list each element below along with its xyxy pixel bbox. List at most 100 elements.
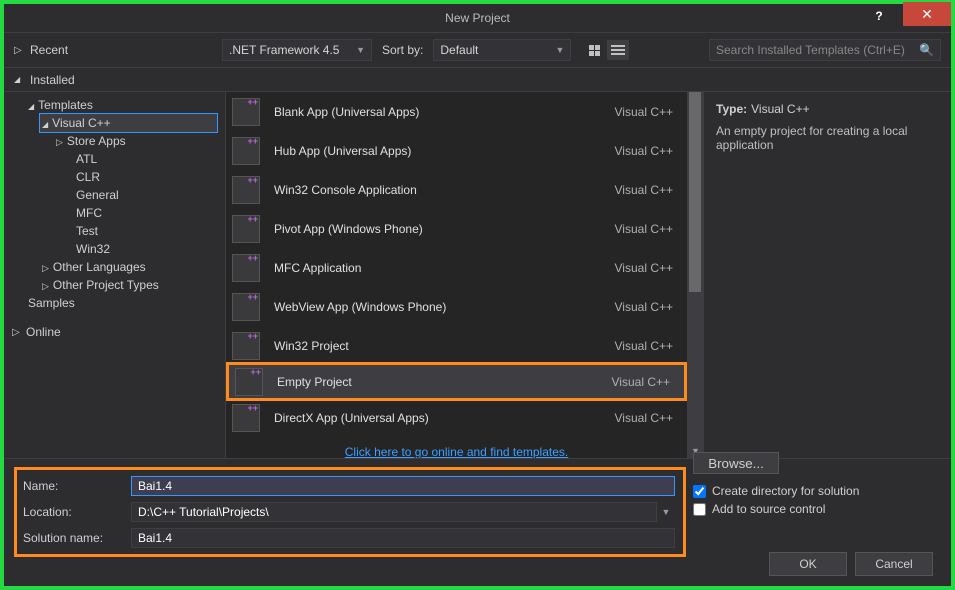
location-input[interactable]	[131, 502, 657, 522]
window-title: New Project	[445, 11, 510, 25]
list-view-button[interactable]	[607, 40, 629, 60]
installed-arrow-icon[interactable]: ◢	[14, 75, 24, 84]
create-directory-checkbox[interactable]: Create directory for solution	[693, 484, 933, 498]
form-right-column: Browse... Create directory for solution …	[693, 452, 933, 516]
footer-buttons: OK Cancel	[769, 552, 933, 576]
template-row[interactable]: Win32 Console Application Visual C++	[226, 170, 687, 209]
expand-icon	[42, 278, 49, 292]
template-lang: Visual C++	[615, 261, 673, 275]
close-button[interactable]: ✕	[903, 2, 951, 26]
name-input[interactable]	[131, 476, 675, 496]
recent-arrow-icon[interactable]: ▷	[14, 45, 24, 56]
type-value: Visual C++	[751, 102, 809, 116]
template-name: Win32 Project	[274, 339, 601, 353]
test-node[interactable]: Test	[54, 222, 217, 240]
detail-panel: Type:Visual C++ An empty project for cre…	[703, 92, 951, 458]
sort-combo[interactable]: Default ▼	[433, 39, 571, 61]
win32-node[interactable]: Win32	[54, 240, 217, 258]
template-icon	[232, 98, 260, 126]
template-row[interactable]: Win32 Project Visual C++	[226, 326, 687, 365]
clr-node[interactable]: CLR	[54, 168, 217, 186]
expand-icon	[56, 134, 63, 148]
samples-node[interactable]: Samples	[12, 294, 217, 312]
add-source-control-input[interactable]	[693, 503, 706, 516]
template-row[interactable]: Blank App (Universal Apps) Visual C++	[226, 92, 687, 131]
template-name: Hub App (Universal Apps)	[274, 144, 601, 158]
titlebar: New Project ? ✕	[4, 4, 951, 32]
chevron-down-icon: ▼	[356, 45, 365, 55]
search-icon[interactable]: 🔍	[919, 43, 934, 57]
installed-label[interactable]: Installed	[30, 73, 75, 87]
store-apps-node[interactable]: Store Apps	[54, 132, 217, 150]
template-row[interactable]: WebView App (Windows Phone) Visual C++	[226, 287, 687, 326]
templates-node[interactable]: Templates	[26, 96, 217, 114]
mfc-node[interactable]: MFC	[54, 204, 217, 222]
installed-header: ◢ Installed	[4, 68, 951, 92]
template-scrollbar[interactable]: ▲ ▼	[687, 92, 703, 458]
location-dropdown-icon[interactable]: ▼	[657, 507, 675, 517]
template-lang: Visual C++	[615, 411, 673, 425]
template-name: DirectX App (Universal Apps)	[274, 411, 601, 425]
location-label: Location:	[23, 505, 131, 519]
visual-cpp-node[interactable]: Visual C++	[39, 113, 218, 133]
cancel-button[interactable]: Cancel	[855, 552, 933, 576]
template-name: Win32 Console Application	[274, 183, 601, 197]
template-lang: Visual C++	[615, 339, 673, 353]
expand-icon	[42, 116, 48, 130]
solution-name-label: Solution name:	[23, 531, 131, 545]
template-name: Blank App (Universal Apps)	[274, 105, 601, 119]
general-node[interactable]: General	[54, 186, 217, 204]
template-lang: Visual C++	[615, 183, 673, 197]
template-row[interactable]: Pivot App (Windows Phone) Visual C++	[226, 209, 687, 248]
type-label: Type:	[716, 102, 747, 116]
template-icon	[232, 293, 260, 321]
scroll-thumb[interactable]	[689, 92, 701, 292]
sort-value: Default	[440, 43, 478, 57]
template-row[interactable]: MFC Application Visual C++	[226, 248, 687, 287]
form-highlight-box: Name: Location: ▼ Solution name:	[14, 467, 686, 557]
atl-node[interactable]: ATL	[54, 150, 217, 168]
expand-icon	[42, 260, 49, 274]
template-icon	[232, 404, 260, 432]
template-name: Pivot App (Windows Phone)	[274, 222, 601, 236]
grid-view-icon	[589, 45, 600, 56]
browse-button[interactable]: Browse...	[693, 452, 779, 474]
find-templates-link[interactable]: Click here to go online and find templat…	[345, 445, 568, 458]
grid-view-button[interactable]	[583, 40, 605, 60]
expand-icon	[28, 98, 34, 112]
online-link-row: Click here to go online and find templat…	[226, 437, 687, 458]
template-lang: Visual C++	[615, 300, 673, 314]
framework-value: .NET Framework 4.5	[229, 43, 339, 57]
template-row[interactable]: Hub App (Universal Apps) Visual C++	[226, 131, 687, 170]
template-list[interactable]: Blank App (Universal Apps) Visual C++ Hu…	[226, 92, 687, 458]
template-icon	[232, 254, 260, 282]
list-view-icon	[611, 45, 625, 55]
framework-combo[interactable]: .NET Framework 4.5 ▼	[222, 39, 372, 61]
search-input[interactable]: Search Installed Templates (Ctrl+E) 🔍	[709, 39, 941, 61]
other-languages-node[interactable]: Other Languages	[40, 258, 217, 276]
template-lang: Visual C++	[615, 144, 673, 158]
template-row[interactable]: Empty Project Visual C++	[226, 362, 687, 401]
template-icon	[232, 137, 260, 165]
online-section[interactable]: ▷ Online	[12, 322, 217, 342]
template-icon	[232, 176, 260, 204]
template-name: MFC Application	[274, 261, 601, 275]
template-panel: Blank App (Universal Apps) Visual C++ Hu…	[226, 92, 703, 458]
template-row[interactable]: DirectX App (Universal Apps) Visual C++	[226, 398, 687, 437]
template-lang: Visual C++	[615, 105, 673, 119]
toolbar: ▷ Recent .NET Framework 4.5 ▼ Sort by: D…	[4, 32, 951, 68]
sidebar: Templates Visual C++ Store Apps ATL CLR …	[4, 92, 226, 458]
help-button[interactable]: ?	[861, 4, 897, 28]
chevron-down-icon: ▼	[555, 45, 564, 55]
template-name: Empty Project	[277, 375, 598, 389]
recent-label[interactable]: Recent	[30, 43, 68, 57]
template-icon	[232, 332, 260, 360]
template-name: WebView App (Windows Phone)	[274, 300, 601, 314]
add-source-control-checkbox[interactable]: Add to source control	[693, 502, 933, 516]
create-directory-input[interactable]	[693, 485, 706, 498]
name-label: Name:	[23, 479, 131, 493]
solution-name-input[interactable]	[131, 528, 675, 548]
other-project-types-node[interactable]: Other Project Types	[40, 276, 217, 294]
ok-button[interactable]: OK	[769, 552, 847, 576]
template-icon	[235, 368, 263, 396]
